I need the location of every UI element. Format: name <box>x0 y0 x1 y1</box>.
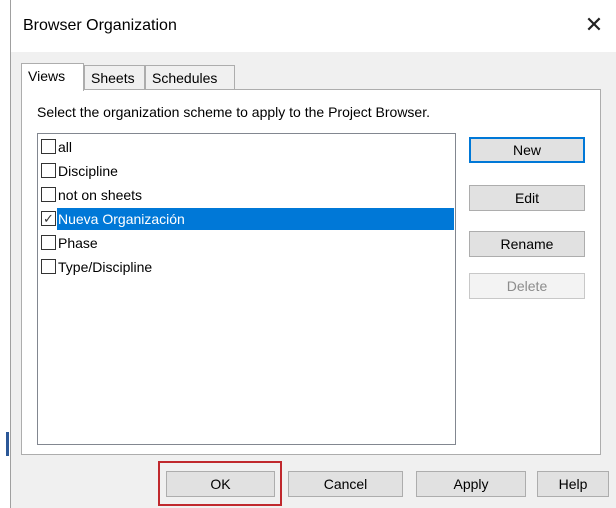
checkbox[interactable] <box>41 259 56 274</box>
checkbox-checked[interactable]: ✓ <box>41 211 56 226</box>
list-item[interactable]: all <box>39 134 454 158</box>
background-window-marker <box>6 432 9 456</box>
list-item-selected[interactable]: ✓ Nueva Organización <box>39 206 454 230</box>
list-item-label: Phase <box>58 235 98 251</box>
list-item-label: Type/Discipline <box>58 259 153 275</box>
list-item-label: Nueva Organización <box>58 211 185 227</box>
ok-button[interactable]: OK <box>166 471 275 497</box>
organization-scheme-list[interactable]: all Discipline not on sheets ✓ Nueva Org… <box>37 133 456 445</box>
checkbox[interactable] <box>41 235 56 250</box>
new-button[interactable]: New <box>469 137 585 163</box>
instruction-text: Select the organization scheme to apply … <box>37 104 430 120</box>
tab-sheets[interactable]: Sheets <box>84 65 145 89</box>
dialog-title: Browser Organization <box>23 17 177 34</box>
views-tab-panel: Select the organization scheme to apply … <box>21 89 601 455</box>
title-bar: Browser Organization ✕ <box>11 0 616 52</box>
delete-button[interactable]: Delete <box>469 273 585 299</box>
list-item-label: Discipline <box>58 163 118 179</box>
list-item[interactable]: Type/Discipline <box>39 254 454 278</box>
list-item-label: all <box>58 139 73 155</box>
help-button[interactable]: Help <box>537 471 609 497</box>
tab-views[interactable]: Views <box>21 63 84 91</box>
checkbox[interactable] <box>41 187 56 202</box>
list-item-label: not on sheets <box>58 187 143 203</box>
close-icon[interactable]: ✕ <box>581 10 607 40</box>
tab-schedules[interactable]: Schedules <box>145 65 235 89</box>
checkbox[interactable] <box>41 163 56 178</box>
rename-button[interactable]: Rename <box>469 231 585 257</box>
checkbox[interactable] <box>41 139 56 154</box>
apply-button[interactable]: Apply <box>416 471 526 497</box>
list-item[interactable]: Phase <box>39 230 454 254</box>
list-item[interactable]: Discipline <box>39 158 454 182</box>
cancel-button[interactable]: Cancel <box>288 471 403 497</box>
list-item[interactable]: not on sheets <box>39 182 454 206</box>
browser-organization-dialog: Browser Organization ✕ Views Sheets Sche… <box>10 0 616 508</box>
edit-button[interactable]: Edit <box>469 185 585 211</box>
